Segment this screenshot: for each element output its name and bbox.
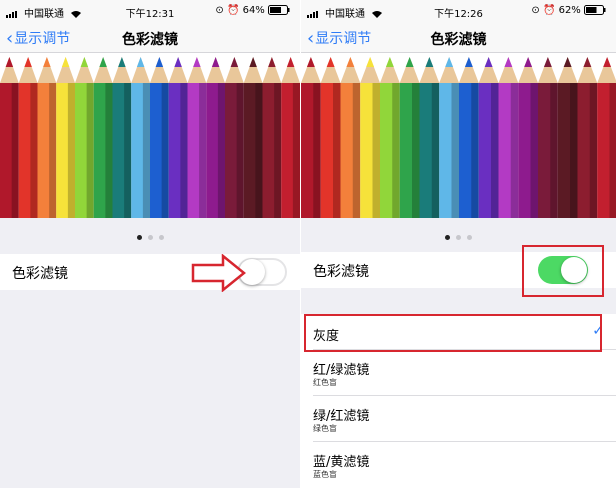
- pencils-image: [301, 57, 616, 218]
- pencil: [577, 57, 598, 218]
- option-subtitle: 绿色盲: [313, 424, 337, 433]
- battery-icon: [584, 5, 606, 15]
- pencil: [150, 57, 169, 218]
- color-filter-label: 色彩滤镜: [313, 264, 369, 280]
- page-title: 色彩滤镜: [122, 32, 178, 48]
- battery-icon: [268, 5, 290, 15]
- option-title: 绿/红滤镜: [313, 409, 370, 424]
- pencils-preview[interactable]: [0, 53, 300, 218]
- pencil: [597, 57, 616, 218]
- pencil: [225, 57, 244, 218]
- pencil: [301, 57, 321, 218]
- filter-option-grayscale[interactable]: 灰度 ✓: [301, 314, 616, 350]
- pencil: [360, 57, 380, 218]
- switch-knob: [561, 257, 587, 283]
- pencil: [399, 57, 420, 218]
- page-title: 色彩滤镜: [430, 32, 487, 48]
- pencil: [538, 57, 558, 218]
- pencil: [518, 57, 538, 218]
- option-subtitle: 红色盲: [313, 378, 337, 387]
- pencil: [75, 57, 94, 218]
- pencil: [187, 57, 207, 218]
- pencil: [320, 57, 341, 218]
- checkmark-icon: ✓: [592, 323, 604, 339]
- pencil: [37, 57, 57, 218]
- lock-rotation-icon: ⊙: [215, 5, 224, 16]
- nav-bar: ‹显示调节 色彩滤镜: [301, 22, 616, 53]
- status-bar: 中国联通 下午12:26 ⊙ ⏰ 62%: [301, 0, 616, 22]
- page-dot: [158, 235, 164, 240]
- right-screenshot: 中国联通 下午12:26 ⊙ ⏰ 62% ‹显示调节 色彩滤镜 色彩滤镜 灰度 …: [300, 0, 616, 488]
- pencil: [93, 57, 113, 218]
- page-dot: [136, 235, 142, 240]
- pencil: [459, 57, 479, 218]
- pencil: [131, 57, 150, 218]
- pencil: [262, 57, 282, 218]
- lock-rotation-icon: ⊙: [531, 5, 540, 16]
- page-dots: [0, 225, 300, 244]
- status-bar: 中国联通 下午12:31 ⊙ ⏰ 64%: [0, 0, 300, 22]
- pencils-preview[interactable]: [301, 53, 616, 218]
- pencil: [478, 57, 499, 218]
- page-dot: [445, 235, 450, 240]
- left-screenshot: 中国联通 下午12:31 ⊙ ⏰ 64% ‹显示调节 色彩滤镜 色彩滤镜: [0, 0, 300, 488]
- pencil: [243, 57, 263, 218]
- pencil: [56, 57, 75, 218]
- page-dot: [147, 235, 153, 240]
- pencil: [206, 57, 225, 218]
- pencil: [340, 57, 361, 218]
- pencil: [281, 57, 300, 218]
- option-title: 灰度: [313, 329, 340, 344]
- pencil: [380, 57, 400, 218]
- color-filter-label: 色彩滤镜: [12, 266, 68, 282]
- color-filter-switch[interactable]: [538, 256, 588, 284]
- pencil: [0, 57, 19, 218]
- page-dots: [301, 225, 616, 244]
- filter-option-green-red[interactable]: 绿/红滤镜 绿色盲: [301, 396, 616, 442]
- battery-percent: 64%: [242, 5, 265, 16]
- filter-option-blue-yellow[interactable]: 蓝/黄滤镜 蓝色盲: [301, 442, 616, 488]
- filter-option-red-green[interactable]: 红/绿滤镜 红色盲: [301, 350, 616, 396]
- pencil: [498, 57, 519, 218]
- option-title: 红/绿滤镜: [313, 363, 370, 378]
- alarm-icon: ⏰: [542, 5, 556, 16]
- page-dot: [456, 235, 461, 240]
- battery-percent: 62%: [558, 5, 581, 16]
- alarm-icon: ⏰: [226, 5, 240, 16]
- pencil: [419, 57, 440, 218]
- option-subtitle: 蓝色盲: [313, 470, 337, 479]
- pencil: [439, 57, 459, 218]
- pencil: [18, 57, 38, 218]
- color-filter-toggle-row: 色彩滤镜: [0, 254, 300, 290]
- color-filter-toggle-row: 色彩滤镜: [301, 252, 616, 288]
- option-title: 蓝/黄滤镜: [313, 455, 370, 470]
- page-dot: [467, 235, 472, 240]
- pencil: [112, 57, 132, 218]
- pencils-image: [0, 57, 300, 218]
- nav-bar: ‹显示调节 色彩滤镜: [0, 22, 300, 53]
- pencil: [557, 57, 578, 218]
- arrow-right-icon: [191, 254, 246, 292]
- pencil: [168, 57, 188, 218]
